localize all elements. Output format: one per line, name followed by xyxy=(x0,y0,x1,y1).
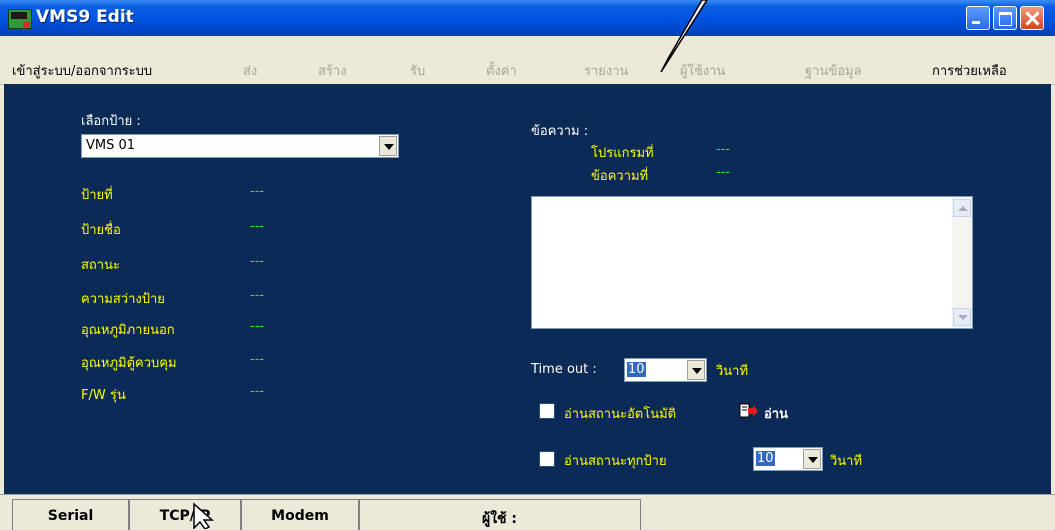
read-all-checkbox[interactable] xyxy=(539,451,555,467)
tab-modem[interactable]: Modem xyxy=(241,499,359,530)
field-value: --- xyxy=(250,319,265,334)
read-all-unit: วินาที xyxy=(830,454,863,469)
read-button[interactable]: อ่าน xyxy=(764,403,788,424)
vertical-scrollbar[interactable] xyxy=(952,197,972,328)
field-value: --- xyxy=(250,219,265,234)
field-label: ป้ายที่ xyxy=(81,188,113,203)
tab-tcp-ip[interactable]: TCP/IP xyxy=(129,499,241,530)
read-all-interval-value: 10 xyxy=(756,451,775,466)
field-value: --- xyxy=(250,384,265,399)
field-label: F/W รุ่น xyxy=(81,388,126,403)
menu-create[interactable]: สร้าง xyxy=(318,60,347,81)
menu-help[interactable]: การช่วยเหลือ xyxy=(932,60,1007,81)
timeout-select[interactable]: 10 xyxy=(624,358,707,382)
close-button[interactable] xyxy=(1020,6,1044,30)
auto-read-checkbox[interactable] xyxy=(539,403,555,419)
title-bar[interactable]: VMS9 Edit xyxy=(0,0,1055,36)
timeout-unit: วินาที xyxy=(716,364,749,379)
chevron-down-icon[interactable] xyxy=(379,136,397,156)
minimize-button[interactable] xyxy=(966,6,990,30)
menu-login-logout[interactable]: เข้าสู่ระบบ/ออกจากระบบ xyxy=(12,60,152,81)
chevron-down-icon[interactable] xyxy=(687,360,705,380)
field-label: อุณหภูมิตู้ควบคุม xyxy=(81,356,177,371)
timeout-value: 10 xyxy=(627,362,646,377)
field-label: สถานะ xyxy=(81,258,120,273)
field-value: --- xyxy=(250,184,265,199)
tab-serial[interactable]: Serial xyxy=(12,499,129,530)
read-icon[interactable] xyxy=(739,403,759,419)
window-title: VMS9 Edit xyxy=(36,7,134,27)
read-all-label: อ่านสถานะทุกป้าย xyxy=(564,454,667,469)
menu-send[interactable]: ส่ง xyxy=(243,60,257,81)
scroll-down-icon[interactable] xyxy=(953,308,971,326)
message-label: ข้อความ : xyxy=(531,124,589,139)
field-label: อุณหภูมิภายนอก xyxy=(81,323,175,338)
field-value: --- xyxy=(250,254,265,269)
menu-bar: เข้าสู่ระบบ/ออกจากระบบ ส่ง สร้าง รับ ตั้… xyxy=(0,36,1055,85)
sign-select-value: VMS 01 xyxy=(86,138,136,153)
pointer-line xyxy=(660,0,708,73)
tab-label: Serial xyxy=(47,508,94,524)
field-value: --- xyxy=(250,288,265,303)
sign-select[interactable]: VMS 01 xyxy=(81,134,399,158)
menu-receive[interactable]: รับ xyxy=(410,60,425,81)
user-label: ผู้ใช้ : xyxy=(482,511,518,527)
program-label: โปรแกรมที่ xyxy=(591,146,654,161)
scroll-up-icon[interactable] xyxy=(953,199,971,217)
tab-label: Modem xyxy=(271,508,329,524)
field-label: ป้ายชื่อ xyxy=(81,223,121,238)
app-window: VMS9 Edit เข้าสู่ระบบ/ออกจากระบบ ส่ง สร้… xyxy=(0,0,1055,530)
message-number-label: ข้อความที่ xyxy=(591,169,649,184)
status-bar: Serial TCP/IP Modem ผู้ใช้ : xyxy=(0,494,1055,530)
field-label: ความสว่างป้าย xyxy=(81,292,165,307)
chevron-down-icon[interactable] xyxy=(803,449,821,469)
app-icon xyxy=(8,9,32,29)
menu-report[interactable]: รายงาน xyxy=(584,60,628,81)
message-textarea[interactable] xyxy=(531,196,973,329)
menu-settings[interactable]: ตั้งค่า xyxy=(486,60,517,81)
timeout-label: Time out : xyxy=(531,362,597,377)
maximize-button[interactable] xyxy=(993,6,1017,30)
main-panel: เลือกป้าย : VMS 01 ป้ายที่ --- ป้ายชื่อ … xyxy=(4,84,1051,494)
message-number-value: --- xyxy=(716,165,731,180)
sign-select-label: เลือกป้าย : xyxy=(81,114,141,129)
user-panel: ผู้ใช้ : xyxy=(359,499,641,530)
cursor-arrow-icon xyxy=(193,502,214,529)
menu-database[interactable]: ฐานข้อมูล xyxy=(805,60,862,81)
program-value: --- xyxy=(716,142,731,157)
read-all-interval-select[interactable]: 10 xyxy=(753,447,823,471)
field-value: --- xyxy=(250,352,265,367)
auto-read-label: อ่านสถานะอัตโนมัติ xyxy=(564,407,677,422)
tab-label: TCP/IP xyxy=(159,508,211,524)
